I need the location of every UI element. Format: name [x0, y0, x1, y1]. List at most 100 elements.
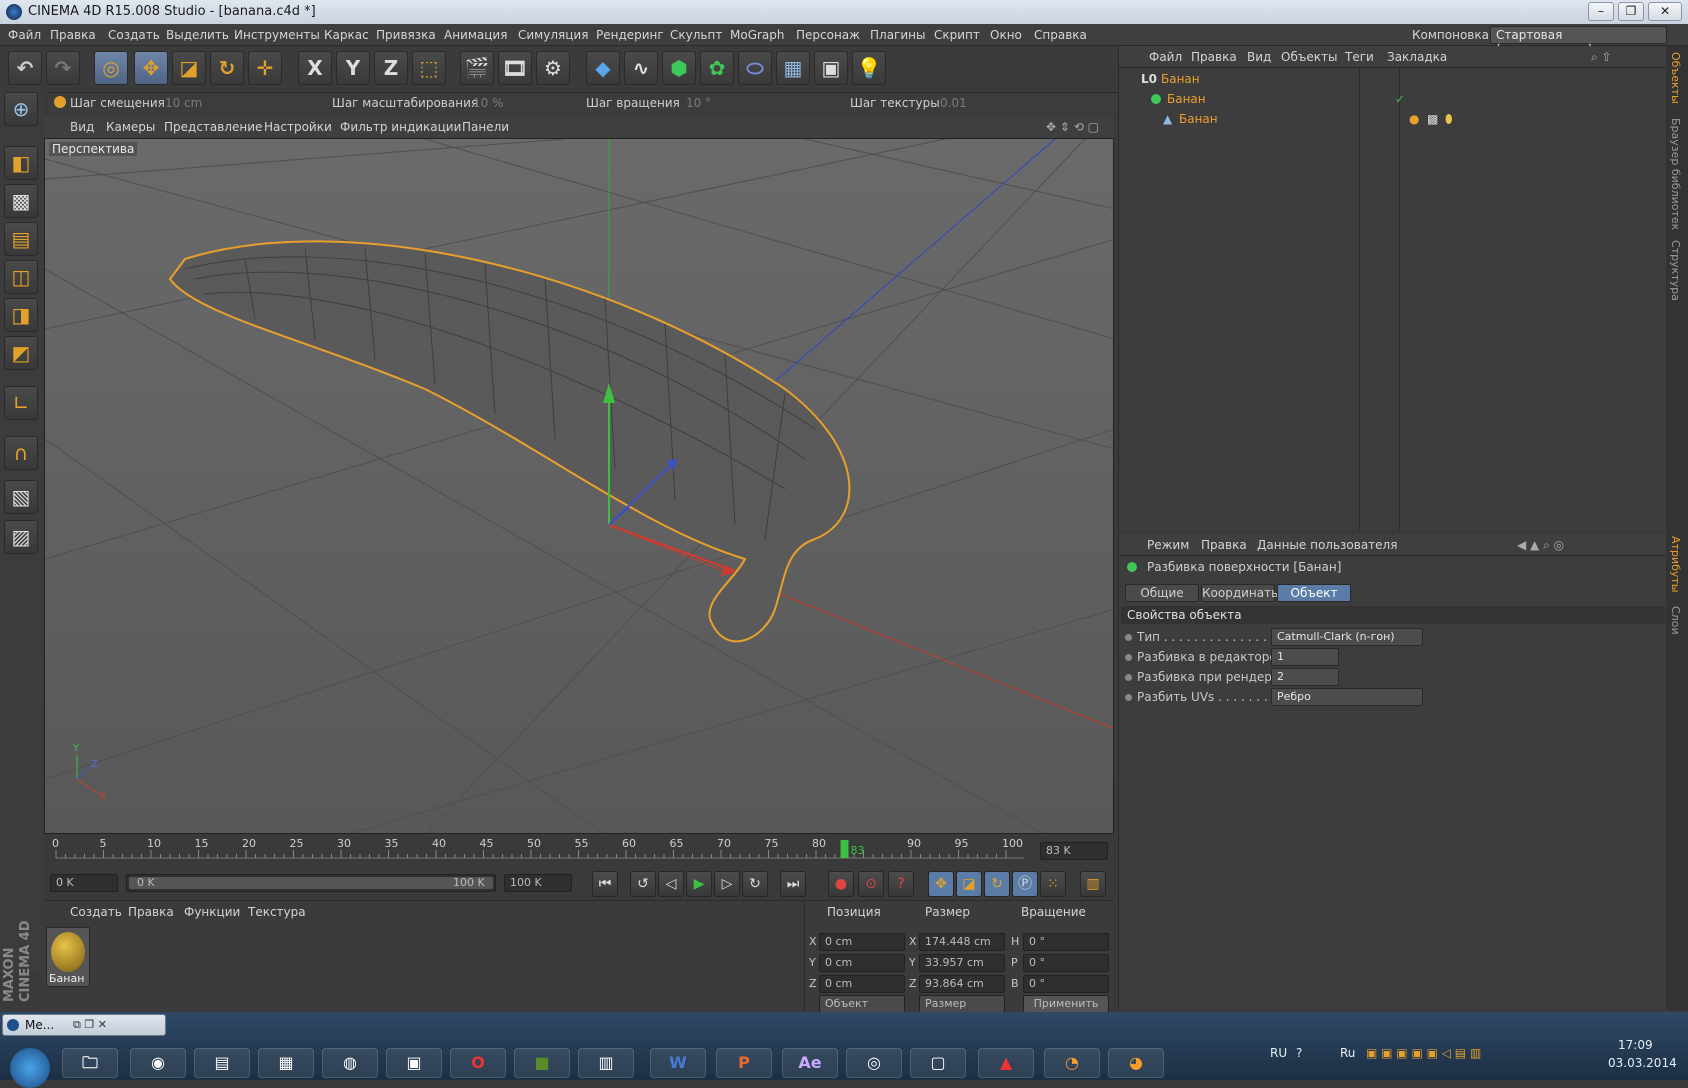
tray-apps-icons[interactable]: ▣ ▣ ▣ ▣ ▣ ◁ ▤ ▥ [1366, 1046, 1481, 1060]
end-frame-field[interactable]: 100 K [504, 874, 572, 892]
vp-menu-display[interactable]: Представление [164, 120, 262, 134]
next-key-icon[interactable]: ↻ [742, 871, 768, 897]
side-tab-structure[interactable]: Структура [1669, 240, 1682, 301]
live-selection-icon[interactable]: ◎ [94, 51, 128, 85]
video-app-icon[interactable]: ▣ [386, 1048, 442, 1078]
render-settings-icon[interactable]: ⚙ [536, 51, 570, 85]
range-slider[interactable]: 0 K 100 K [126, 874, 496, 892]
after-effects-icon[interactable]: Ae [782, 1048, 838, 1078]
prop-render-sub-dot[interactable] [1125, 674, 1132, 681]
coordinate-system-icon[interactable]: ⬚ [412, 51, 446, 85]
axis-z-lock-button[interactable]: Z [374, 51, 408, 85]
menu-mesh[interactable]: Каркас [324, 28, 369, 42]
camera-icon[interactable]: ▣ [814, 51, 848, 85]
am-menu-edit[interactable]: Правка [1201, 538, 1247, 552]
subdivision-surface-icon[interactable]: ⬢ [662, 51, 696, 85]
object-row-subdivision[interactable]: Банан ✓ [1125, 92, 1655, 112]
previous-key-icon[interactable]: ↺ [630, 871, 656, 897]
restore-button[interactable]: ❐ [1618, 2, 1644, 21]
last-tool-icon[interactable]: ✛ [248, 51, 282, 85]
make-editable-icon[interactable]: ⊕ [4, 92, 38, 126]
keyframe-selection-icon[interactable]: ? [888, 871, 914, 897]
mat-menu-create[interactable]: Создать [70, 905, 122, 919]
undo-icon[interactable]: ↶ [8, 51, 42, 85]
timeline-window-icon[interactable]: ▥ [1080, 871, 1106, 897]
edges-mode-icon[interactable]: ◨ [4, 298, 38, 332]
menu-snap[interactable]: Привязка [376, 28, 436, 42]
polygons-mode-icon[interactable]: ◩ [4, 336, 38, 370]
step-settings-icon[interactable] [54, 96, 66, 108]
media-app-icon[interactable]: ▦ [258, 1048, 314, 1078]
object-row-lod[interactable]: L0 Банан [1125, 72, 1655, 92]
om-menu-tags[interactable]: Теги [1345, 50, 1374, 64]
playhead[interactable] [840, 840, 849, 858]
language-indicator[interactable]: RU [1270, 1046, 1287, 1060]
axis-mode-icon[interactable]: ∟ [4, 386, 38, 420]
menu-file[interactable]: Файл [8, 28, 41, 42]
menu-window[interactable]: Окно [990, 28, 1022, 42]
rotation-b-field[interactable]: 0 ° [1023, 975, 1109, 993]
position-x-field[interactable]: 0 cm [819, 933, 905, 951]
vp-menu-view[interactable]: Вид [70, 120, 94, 134]
mograph-cloner-icon[interactable]: ✿ [700, 51, 734, 85]
start-button-icon[interactable] [10, 1048, 50, 1088]
menu-animate[interactable]: Анимация [444, 28, 507, 42]
om-menu-file[interactable]: Файл [1149, 50, 1182, 64]
spline-pen-icon[interactable]: ∿ [624, 51, 658, 85]
render-view-icon[interactable]: 🎬 [460, 51, 494, 85]
light-icon[interactable]: 💡 [852, 51, 886, 85]
vp-menu-cameras[interactable]: Камеры [106, 120, 155, 134]
magnet-snap-icon[interactable]: ∩ [4, 436, 38, 470]
redo-icon[interactable]: ↷ [46, 51, 80, 85]
minimize-button[interactable]: – [1588, 2, 1614, 21]
size-x-field[interactable]: 174.448 cm [919, 933, 1005, 951]
tab-object[interactable]: Объект [1277, 584, 1351, 602]
tab-basic[interactable]: Общие [1125, 584, 1199, 602]
coord-size-mode-select[interactable]: Размер [919, 995, 1005, 1013]
language-bar-icon[interactable]: Ru [1340, 1046, 1355, 1060]
record-keys-icon[interactable]: ● [828, 871, 854, 897]
cinema4d-taskbar-icon[interactable]: ◉ [130, 1048, 186, 1078]
size-y-field[interactable]: 33.957 cm [919, 954, 1005, 972]
prop-uvs-dot[interactable] [1125, 694, 1132, 701]
am-menu-mode[interactable]: Режим [1147, 538, 1189, 552]
om-menu-edit[interactable]: Правка [1191, 50, 1237, 64]
move-step-field[interactable]: 10 cm [165, 96, 202, 110]
menu-edit[interactable]: Правка [50, 28, 96, 42]
prop-render-sub-field[interactable]: 2 [1271, 668, 1339, 686]
size-z-field[interactable]: 93.864 cm [919, 975, 1005, 993]
position-z-field[interactable]: 0 cm [819, 975, 905, 993]
apply-button[interactable]: Применить [1023, 995, 1109, 1013]
key-pla-icon[interactable]: ⁙ [1040, 871, 1066, 897]
menu-character[interactable]: Персонаж [796, 28, 860, 42]
menu-plugins[interactable]: Плагины [870, 28, 925, 42]
vp-menu-panels[interactable]: Панели [462, 120, 509, 134]
scale-tool-icon[interactable]: ◪ [172, 51, 206, 85]
om-menu-view[interactable]: Вид [1247, 50, 1271, 64]
floor-scene-icon[interactable]: ▦ [776, 51, 810, 85]
vp-menu-options[interactable]: Настройки [264, 120, 332, 134]
planar-workplane-icon[interactable]: ▨ [4, 520, 38, 554]
move-tool-icon[interactable]: ✥ [134, 51, 168, 85]
side-tab-layers[interactable]: Слои [1669, 606, 1682, 635]
axis-y-lock-button[interactable]: Y [336, 51, 370, 85]
minecraft-icon[interactable]: ■ [514, 1048, 570, 1078]
scale-step-field[interactable]: 10 % [473, 96, 504, 110]
go-to-start-icon[interactable]: ⏮ [592, 871, 618, 897]
phong-tag-icon[interactable]: ● [1409, 112, 1419, 126]
mat-menu-functions[interactable]: Функции [184, 905, 240, 919]
render-picture-viewer-icon[interactable]: 🎞 [498, 51, 532, 85]
menu-help[interactable]: Справка [1034, 28, 1087, 42]
go-to-end-icon[interactable]: ⏭ [780, 871, 806, 897]
prop-editor-sub-dot[interactable] [1125, 654, 1132, 661]
side-tab-content-browser[interactable]: Браузер библиотек [1669, 118, 1682, 230]
calculator-icon[interactable]: ▥ [578, 1048, 634, 1078]
key-scale-icon[interactable]: ◪ [956, 871, 982, 897]
side-tab-attributes[interactable]: Атрибуты [1669, 536, 1682, 592]
deformer-icon[interactable]: ⬭ [738, 51, 772, 85]
next-frame-icon[interactable]: ▷ [714, 871, 740, 897]
prop-uvs-select[interactable]: Ребро [1271, 688, 1423, 706]
workplane-lock-icon[interactable]: ▧ [4, 480, 38, 514]
tab-coordinates[interactable]: Координаты [1201, 584, 1281, 602]
word-icon[interactable]: W [650, 1048, 706, 1078]
